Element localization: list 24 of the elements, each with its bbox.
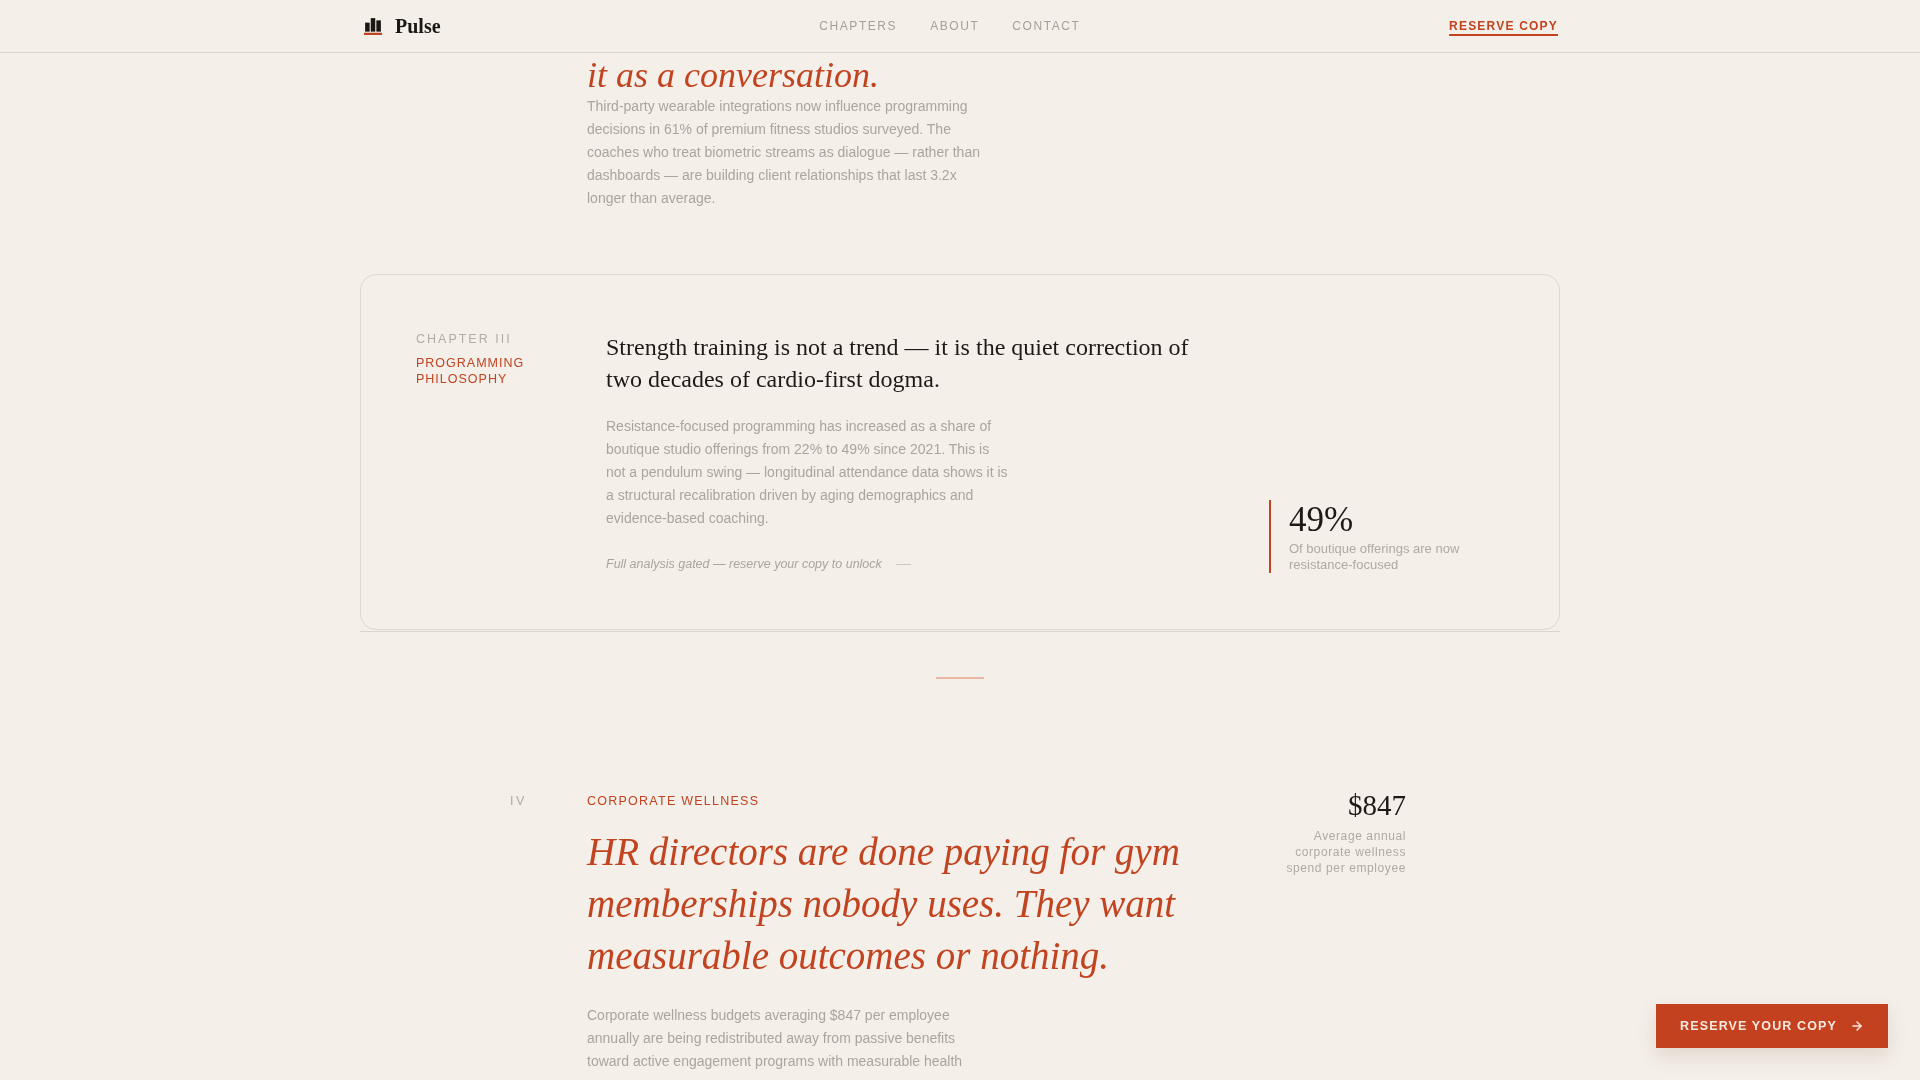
chapter-title: PROGRAMMING PHILOSOPHY xyxy=(416,355,526,387)
stat-caption: Of boutique offerings are now resistance-focused xyxy=(1289,541,1461,573)
brand-name[interactable]: Pulse xyxy=(395,14,441,38)
chapter-label: CHAPTER III xyxy=(416,331,512,347)
chapter-title: CORPORATE WELLNESS xyxy=(587,793,760,809)
chapter-numeral: IV xyxy=(510,793,528,809)
gated-note: Full analysis gated — reserve your copy to unlock xyxy=(606,556,882,573)
dash-icon xyxy=(895,563,911,565)
body-text: Resistance-focused programming has increased as a share of boutique studio offerings from 22% to 49% since 2021. This is not a pendulum swing — longitudinal attendance data shows it is a structural recalibration driven by aging demographics and evidence-based coaching. xyxy=(606,417,1009,528)
section-heading: HR directors are done paying for gym memberships nobody uses. They want measurable outcomes or nothing. xyxy=(587,829,1181,980)
stat-value: $847 xyxy=(1348,791,1406,820)
nav-link[interactable]: CONTACT xyxy=(1012,18,1081,34)
section-heading: it as a conversation. xyxy=(587,55,879,95)
reserve-button[interactable]: RESERVE YOUR COPY xyxy=(1656,1004,1888,1048)
card-headline: Strength training is not a trend — it is the quiet correction of two decades of cardio-first dogma. xyxy=(606,333,1190,394)
stat-caption: Average annual corporate wellness spend per employee xyxy=(1285,828,1406,876)
section-divider xyxy=(936,677,984,679)
reserve-copy-link[interactable]: RESERVE COPY xyxy=(1449,18,1558,34)
nav-link[interactable]: ABOUT xyxy=(930,18,980,34)
stat-value: 49% xyxy=(1289,503,1354,537)
body-text: Third-party wearable integrations now influence programming decisions in 61% of premium fitness studios surveyed. The coaches who treat biometric streams as dialogue — rather than dashboards — are building client relationships that last 3.2x longer than average. xyxy=(587,97,981,208)
body-text: Corporate wellness budgets averaging $847 per employee annually are being redistributed away from passive benefits toward active engagement programs with measurable health xyxy=(587,1006,964,1071)
nav-link[interactable]: CHAPTERS xyxy=(819,18,898,34)
bar-chart-icon xyxy=(364,17,382,35)
